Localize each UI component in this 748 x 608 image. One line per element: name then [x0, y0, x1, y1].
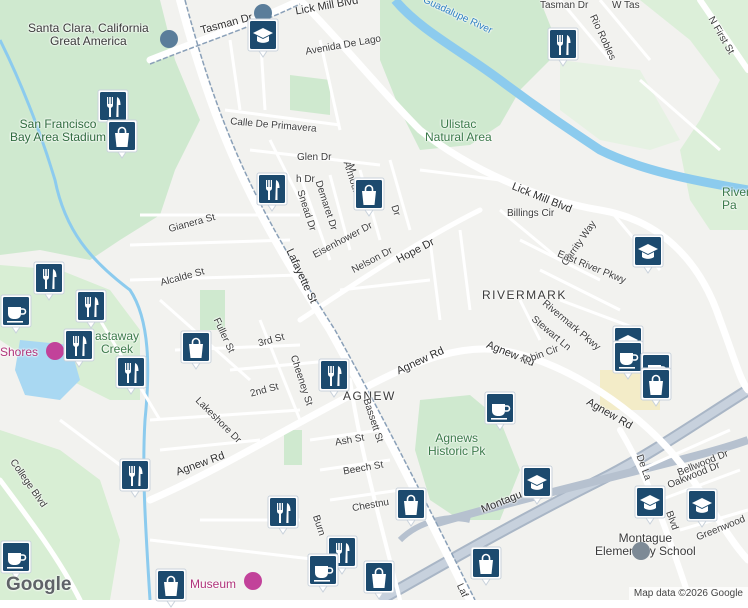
restaurant-marker-icon[interactable]	[63, 328, 95, 368]
restaurant-marker-icon[interactable]	[547, 27, 579, 67]
transit-station-icon[interactable]	[160, 30, 178, 48]
school-marker-icon[interactable]	[632, 234, 664, 274]
restaurant-marker-icon[interactable]	[267, 495, 299, 535]
school-marker-icon[interactable]	[247, 18, 279, 58]
cafe-marker-icon[interactable]	[0, 294, 32, 334]
school-marker-icon[interactable]	[686, 488, 718, 528]
shopping-marker-icon[interactable]	[155, 568, 187, 608]
park-area	[284, 430, 302, 465]
restaurant-marker-icon[interactable]	[115, 355, 147, 395]
shopping-marker-icon[interactable]	[363, 560, 395, 600]
amusement-icon[interactable]	[46, 342, 64, 360]
park-area	[200, 290, 225, 330]
shopping-marker-icon[interactable]	[640, 367, 672, 407]
shopping-marker-icon[interactable]	[353, 177, 385, 217]
school-marker-icon[interactable]	[521, 465, 553, 505]
school-pin-icon[interactable]	[632, 542, 650, 560]
shopping-marker-icon[interactable]	[395, 487, 427, 527]
cafe-marker-icon[interactable]	[307, 553, 339, 593]
park-area	[380, 0, 560, 150]
map-canvas[interactable]: Santa Clara, California Great America Sa…	[0, 0, 748, 608]
shopping-marker-icon[interactable]	[106, 119, 138, 159]
restaurant-marker-icon[interactable]	[33, 261, 65, 301]
museum-icon[interactable]	[244, 572, 262, 590]
hope-dr	[297, 207, 483, 323]
map-attribution[interactable]: Map data ©2026 Google	[628, 587, 748, 600]
shopping-marker-icon[interactable]	[180, 330, 212, 370]
shopping-marker-icon[interactable]	[470, 546, 502, 586]
school-marker-icon[interactable]	[634, 485, 666, 525]
google-logo: Google	[6, 574, 72, 595]
restaurant-marker-icon[interactable]	[119, 458, 151, 498]
restaurant-marker-icon[interactable]	[75, 289, 107, 329]
park-area	[290, 75, 330, 115]
restaurant-marker-icon[interactable]	[318, 358, 350, 398]
restaurant-marker-icon[interactable]	[256, 172, 288, 212]
cafe-marker-icon[interactable]	[484, 391, 516, 431]
